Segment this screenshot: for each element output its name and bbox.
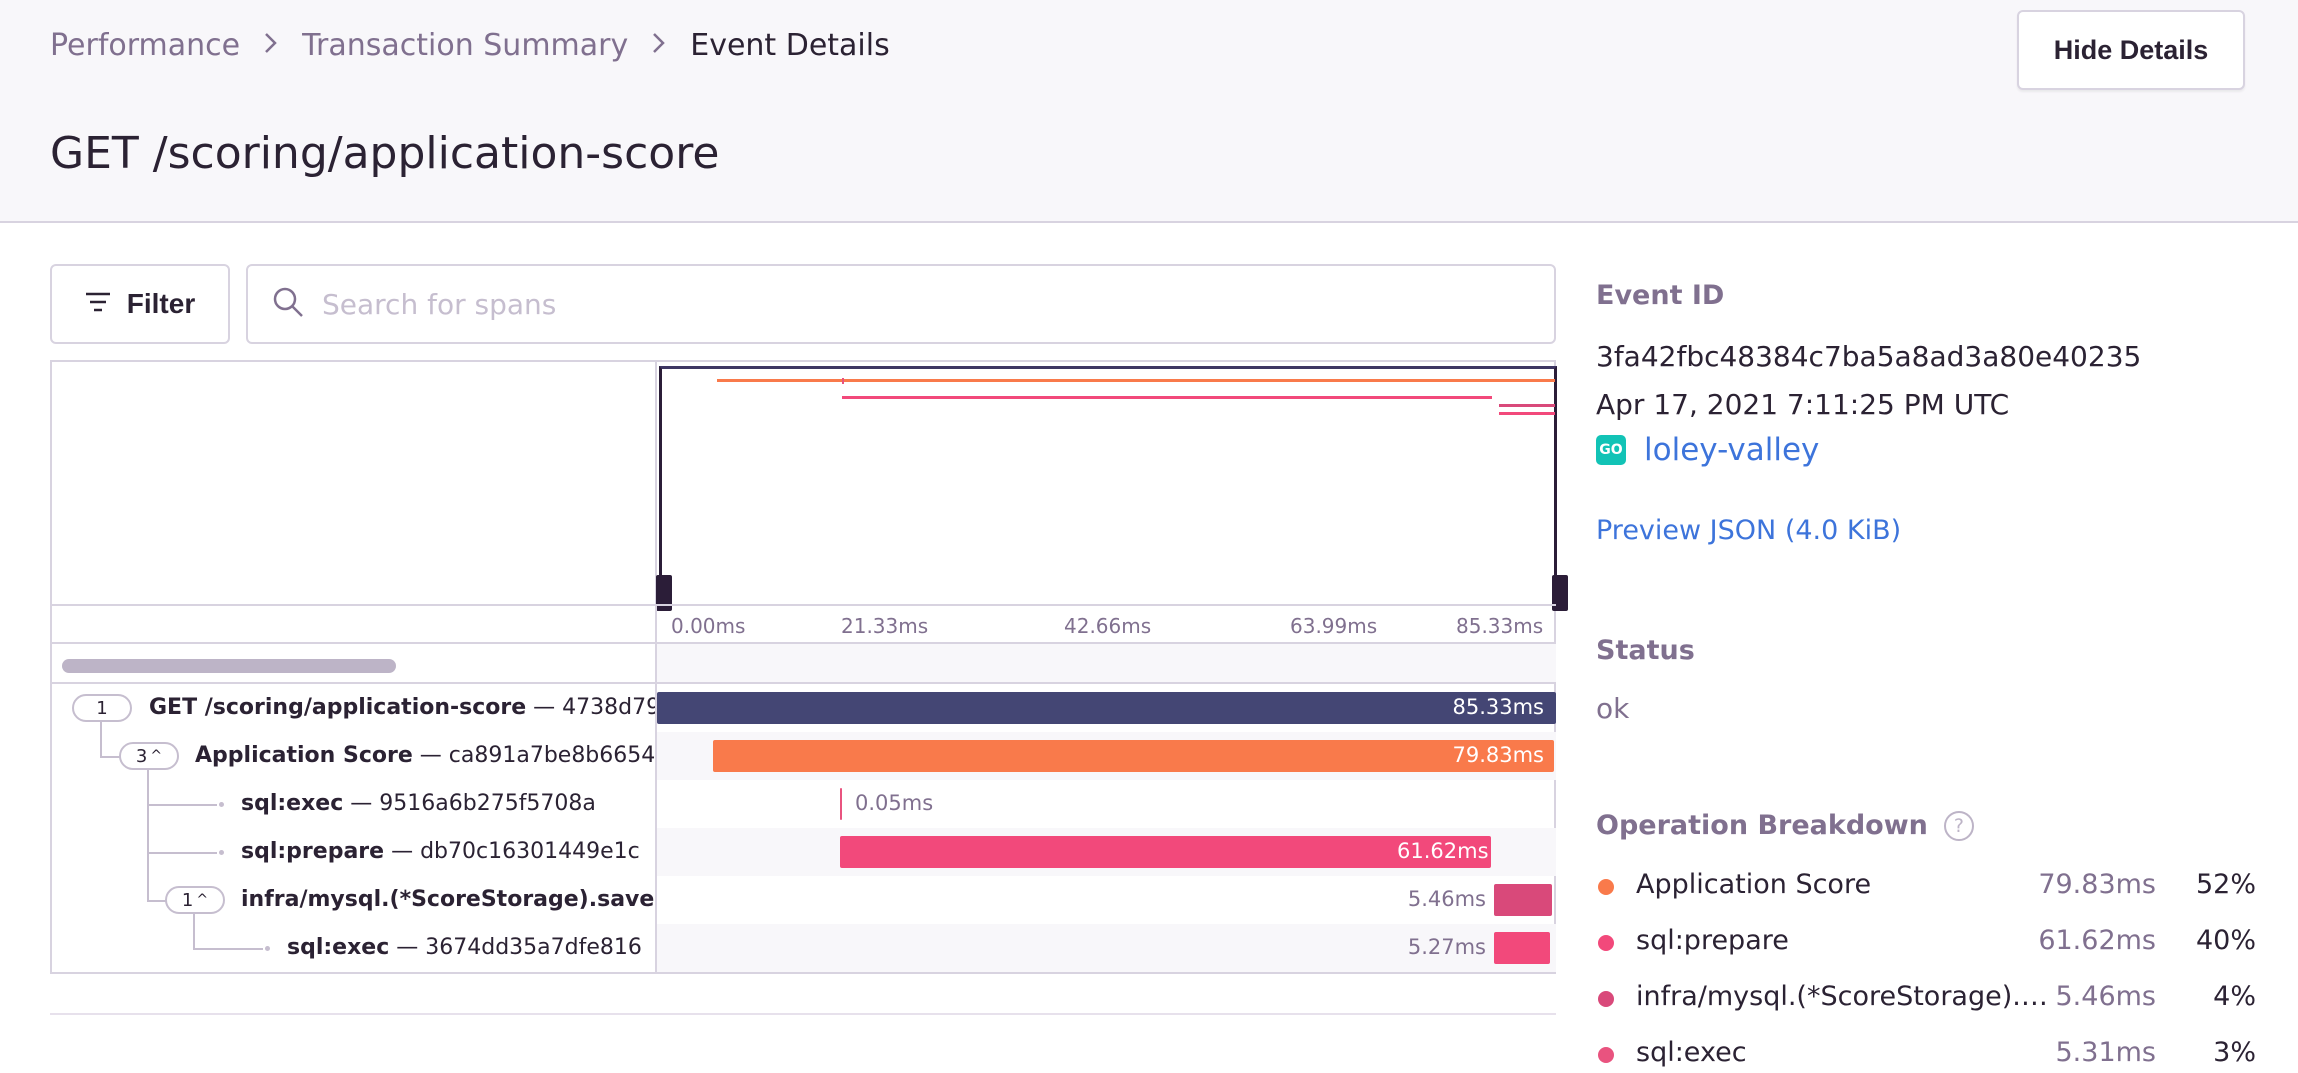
project-link[interactable]: loley-valley [1644, 432, 1819, 468]
status-heading: Status [1596, 635, 1695, 666]
span-row[interactable]: sql:exec — 9516a6b275f5708a 0.05ms [52, 780, 1556, 828]
breakdown-op: Application Score [1636, 869, 1872, 900]
span-search[interactable] [246, 264, 1556, 344]
filter-icon [85, 288, 111, 320]
span-description: sql:prepare — db70c16301449e1c [241, 839, 640, 864]
breadcrumb: Performance Transaction Summary Event De… [50, 28, 890, 63]
breadcrumb-performance[interactable]: Performance [50, 28, 240, 63]
span-bar [840, 836, 1491, 868]
go-platform-icon: GO [1596, 435, 1626, 465]
help-icon[interactable]: ? [1943, 810, 1974, 841]
breakdown-row: Application Score 79.83ms 52% [1596, 865, 2256, 905]
breakdown-percent: 52% [2195, 869, 2256, 900]
tick-label: 21.33ms [841, 614, 929, 638]
span-description: GET /scoring/application-score — 4738d79… [149, 695, 655, 720]
breakdown-percent: 3% [2213, 1037, 2256, 1068]
legend-dot [1598, 1047, 1614, 1063]
span-duration: 61.62ms [1397, 839, 1489, 863]
operation-breakdown-heading: Operation Breakdown ? [1596, 810, 1974, 841]
span-bar [1494, 884, 1552, 916]
breadcrumb-transaction-summary[interactable]: Transaction Summary [302, 28, 628, 63]
span-duration: 85.33ms [1452, 695, 1544, 719]
breakdown-op: sql:prepare [1636, 925, 1789, 956]
filter-label: Filter [126, 288, 196, 319]
span-bar [840, 788, 842, 820]
breakdown-duration: 5.46ms [2055, 981, 2157, 1012]
tick-label: 85.33ms [1456, 614, 1544, 638]
span-bar [1494, 932, 1550, 964]
span-rows: 1 GET /scoring/application-score — 4738d… [52, 684, 1556, 974]
minimap-span-sql-exec-2 [1499, 412, 1555, 415]
event-id: 3fa42fbc48384c7ba5a8ad3a80e40235 [1596, 340, 2142, 373]
event-timestamp: Apr 17, 2021 7:11:25 PM UTC [1596, 388, 2010, 421]
breakdown-row: sql:exec 5.31ms 3% [1596, 1033, 2256, 1073]
search-icon [272, 286, 304, 322]
trace-minimap[interactable] [655, 362, 1568, 611]
chevron-right-icon [652, 31, 666, 61]
span-children-toggle[interactable]: 3 ^ [119, 742, 179, 770]
scrollbar-thumb[interactable] [62, 659, 396, 673]
span-row[interactable]: sql:exec — 3674dd35a7dfe816 5.27ms [52, 924, 1556, 972]
filter-button[interactable]: Filter [50, 264, 230, 344]
span-duration: 0.05ms [855, 791, 934, 815]
breakdown-duration: 79.83ms [2038, 869, 2156, 900]
page-header: Performance Transaction Summary Event De… [0, 0, 2298, 223]
breakdown-duration: 5.31ms [2055, 1037, 2157, 1068]
search-input[interactable] [322, 287, 1522, 321]
breakdown-op: infra/mysql.(*ScoreStorage).s... [1636, 981, 2056, 1012]
tick-label: 42.66ms [1064, 614, 1152, 638]
chevron-up-icon: ^ [196, 892, 209, 908]
span-row[interactable]: 3 ^ Application Score — ca891a7be8b66544 … [52, 732, 1556, 780]
legend-dot [1598, 991, 1614, 1007]
span-children-count[interactable]: 1 [72, 694, 132, 722]
span-duration: 5.46ms [1407, 887, 1486, 911]
tick-label: 0.00ms [671, 614, 746, 638]
minimap-window[interactable] [656, 366, 1568, 611]
legend-dot [1598, 935, 1614, 951]
breakdown-percent: 4% [2213, 981, 2256, 1012]
preview-json-link[interactable]: Preview JSON (4.0 KiB) [1596, 515, 1901, 546]
breakdown-row: infra/mysql.(*ScoreStorage).s... 5.46ms … [1596, 977, 2256, 1017]
span-row[interactable]: sql:prepare — db70c16301449e1c 61.62ms [52, 828, 1556, 876]
span-row[interactable]: 1 GET /scoring/application-score — 4738d… [52, 684, 1556, 732]
minimap-span-infra [1499, 404, 1555, 407]
span-duration: 79.83ms [1452, 743, 1544, 767]
divider [50, 1013, 1556, 1015]
status-value: ok [1596, 692, 1630, 725]
time-ruler: 0.00ms 21.33ms 42.66ms 63.99ms 85.33ms [52, 604, 1556, 644]
page-title: GET /scoring/application-score [50, 128, 720, 179]
hide-details-button[interactable]: Hide Details [2017, 10, 2245, 90]
span-description: sql:exec — 3674dd35a7dfe816 [287, 935, 642, 960]
span-duration: 5.27ms [1407, 935, 1486, 959]
breakdown-duration: 61.62ms [2038, 925, 2156, 956]
event-id-heading: Event ID [1596, 280, 1725, 311]
minimap-span-sql-prepare [842, 396, 1492, 399]
breakdown-percent: 40% [2195, 925, 2256, 956]
tick-label: 63.99ms [1290, 614, 1378, 638]
breakdown-op: sql:exec [1636, 1037, 1747, 1068]
span-description: Application Score — ca891a7be8b66544 [195, 743, 655, 768]
breadcrumb-current: Event Details [690, 28, 890, 63]
span-children-toggle[interactable]: 1 ^ [165, 886, 225, 914]
span-bar [657, 692, 1556, 724]
project[interactable]: GO loley-valley [1596, 432, 1819, 468]
chevron-up-icon: ^ [150, 748, 163, 764]
span-row[interactable]: 1 ^ infra/mysql.(*ScoreStorage).saveSc 5.… [52, 876, 1556, 924]
span-description: infra/mysql.(*ScoreStorage).saveSc [241, 887, 655, 912]
breakdown-row: sql:prepare 61.62ms 40% [1596, 921, 2256, 961]
chevron-right-icon [264, 31, 278, 61]
minimap-span-sql-exec [842, 378, 844, 384]
trace-view: 0.00ms 21.33ms 42.66ms 63.99ms 85.33ms 1… [50, 360, 1568, 974]
legend-dot [1598, 879, 1614, 895]
span-bar [713, 740, 1554, 772]
span-tree-scrollbar [52, 644, 1556, 684]
span-description: sql:exec — 9516a6b275f5708a [241, 791, 596, 816]
